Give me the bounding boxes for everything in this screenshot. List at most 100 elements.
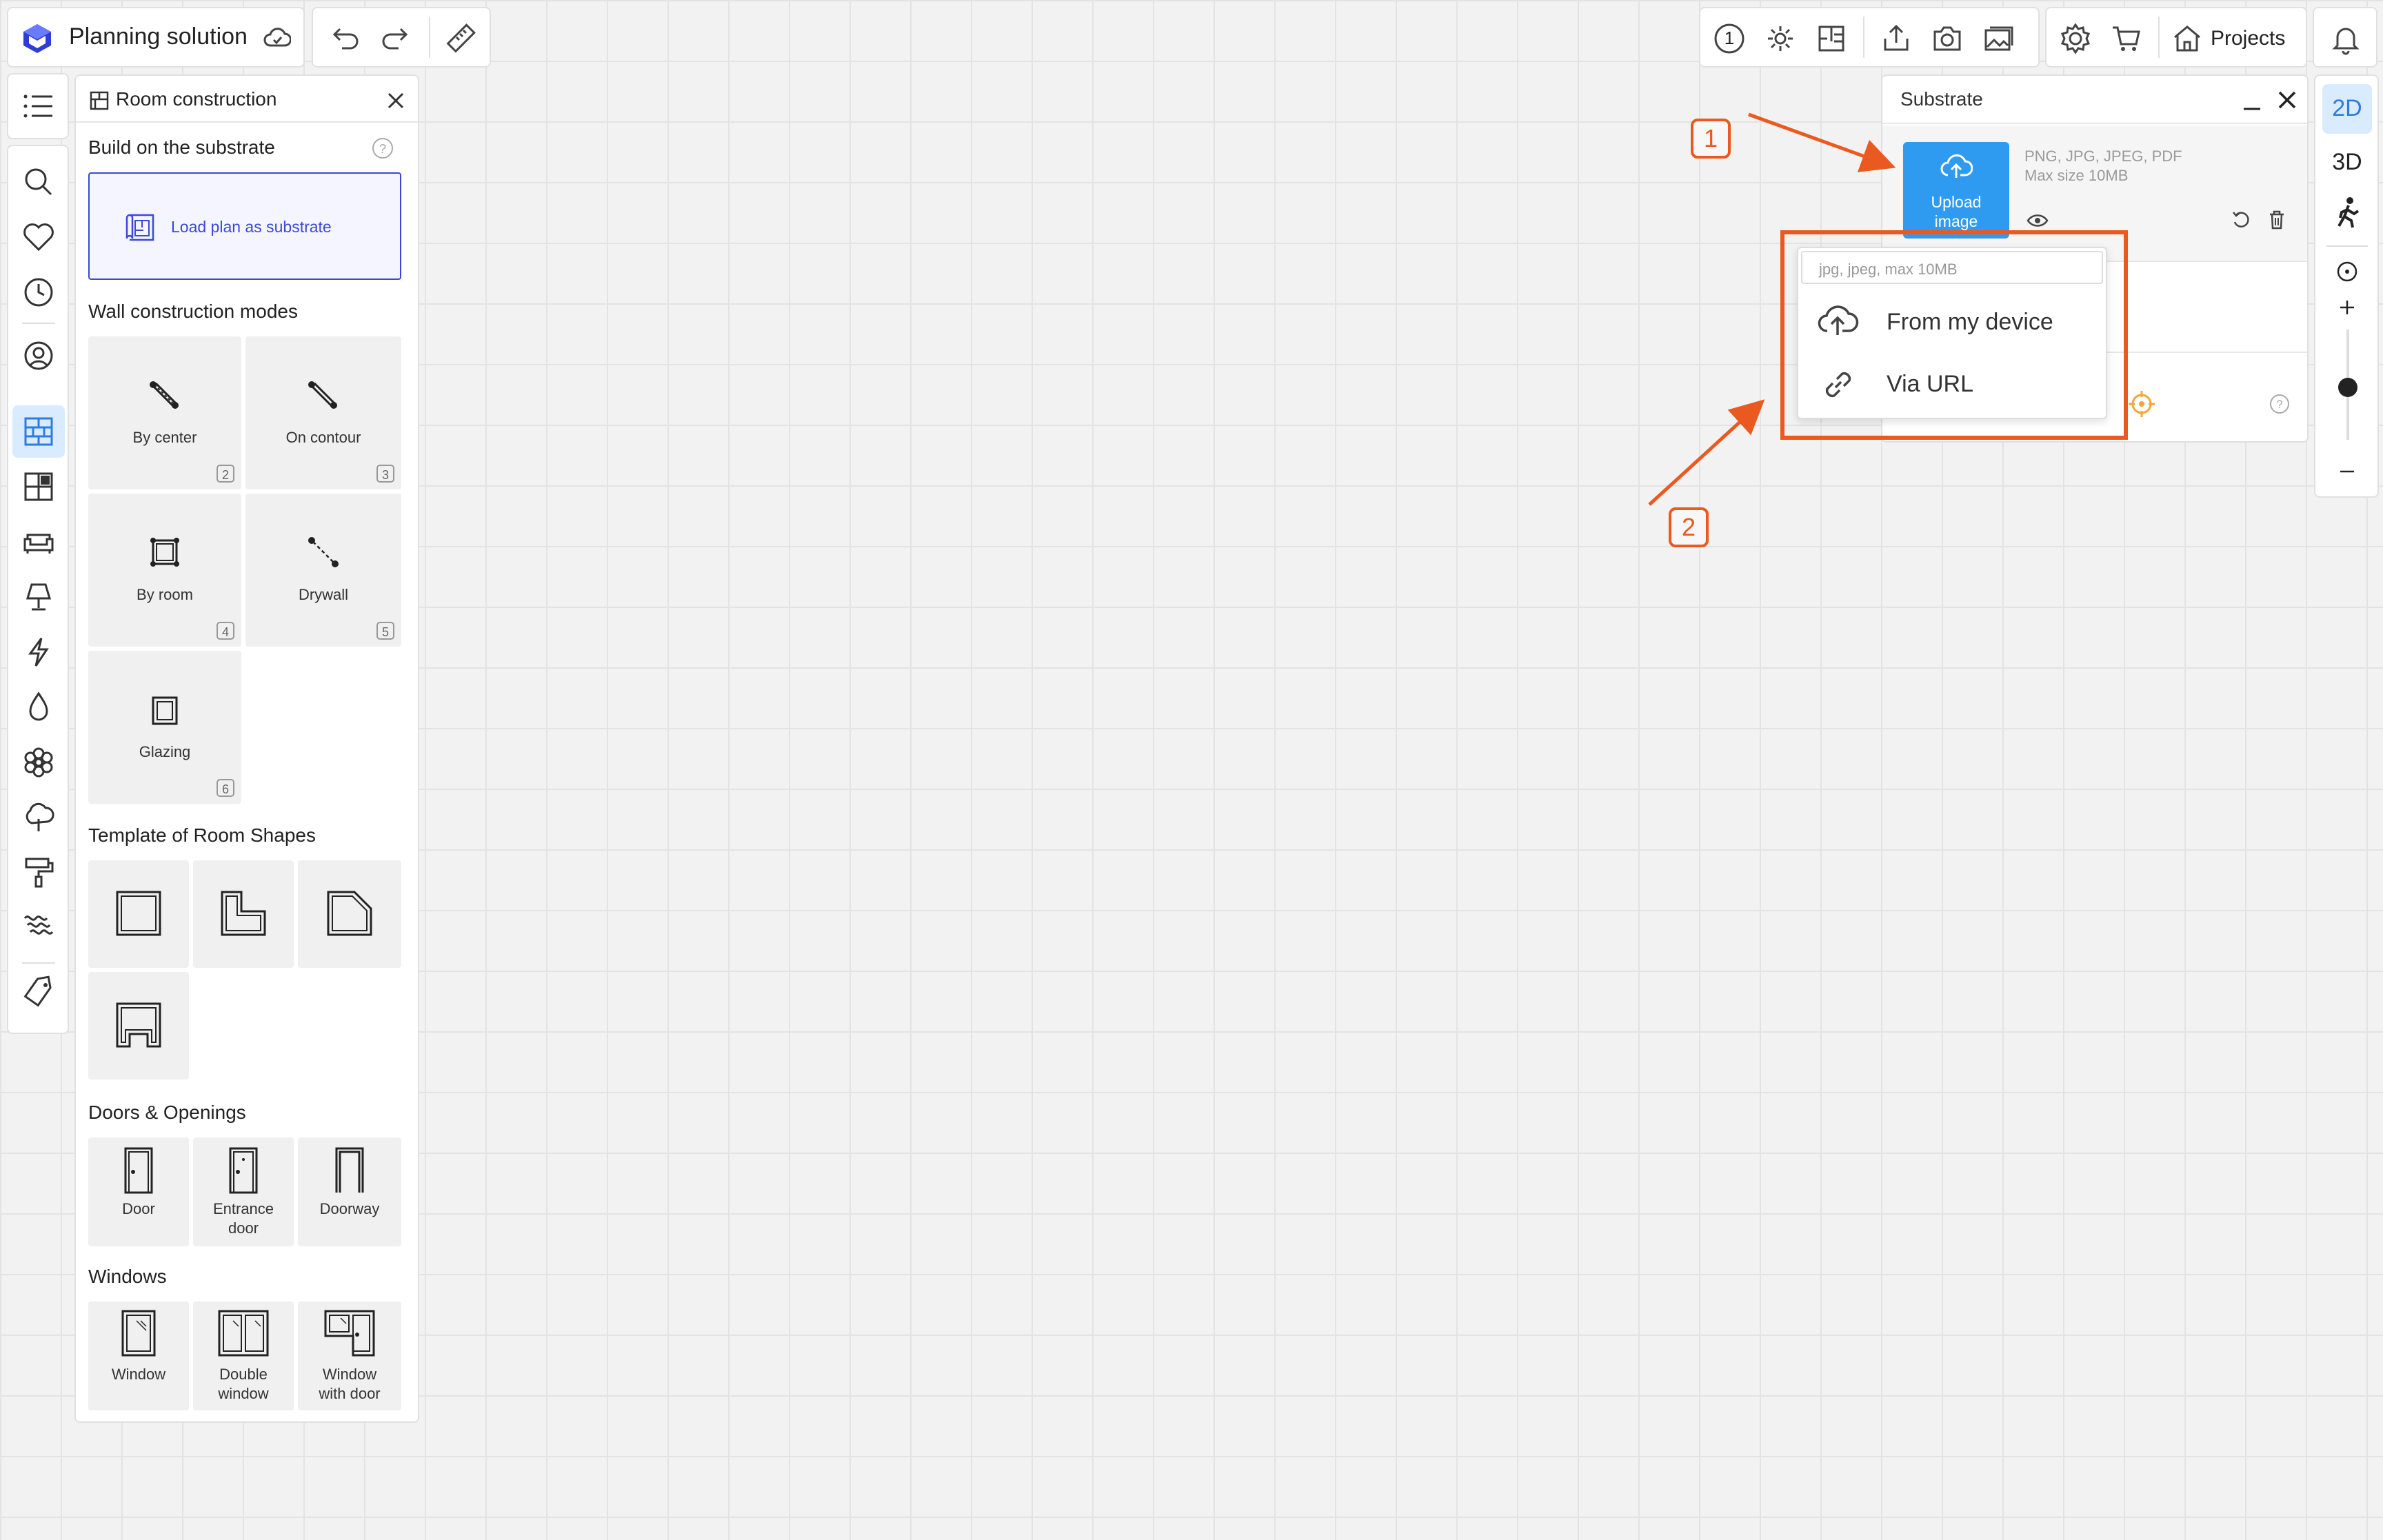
- max-size-text: Max size 10MB: [2024, 167, 2129, 184]
- toolbar-divider: [429, 17, 430, 58]
- window-with-door-label-line2: with door: [319, 1385, 381, 1402]
- walls-icon[interactable]: [19, 412, 58, 451]
- view-3d-label[interactable]: 3D: [2322, 149, 2372, 176]
- mode-drywall[interactable]: Drywall 5: [245, 494, 401, 647]
- projects-label: Projects: [2211, 27, 2286, 50]
- mode-glazing[interactable]: Glazing 6: [88, 651, 241, 804]
- view-2d-label: 2D: [2332, 95, 2362, 121]
- help-icon[interactable]: ?: [2269, 393, 2291, 415]
- mode-by-room[interactable]: By room 4: [88, 494, 241, 647]
- formats-text: PNG, JPG, JPEG, PDF: [2024, 148, 2182, 165]
- floor-plan-scroll-icon: [123, 212, 156, 243]
- furniture-icon[interactable]: [19, 523, 58, 561]
- close-icon[interactable]: [2274, 87, 2300, 113]
- toolbar-divider: [1863, 17, 1864, 58]
- electricity-icon[interactable]: [19, 633, 58, 671]
- l-shape-room-icon: [218, 888, 269, 939]
- svg-text:?: ?: [379, 142, 386, 156]
- price-tag-icon[interactable]: [19, 973, 58, 1012]
- rail-divider: [22, 323, 55, 324]
- doorway-tile[interactable]: Doorway: [298, 1137, 401, 1246]
- window-tile[interactable]: Window: [88, 1301, 189, 1410]
- zoom-in-icon[interactable]: [2335, 295, 2360, 320]
- template-l-shape[interactable]: [193, 860, 294, 968]
- mode-label: Glazing: [139, 743, 191, 760]
- projects-button[interactable]: Projects: [2169, 19, 2285, 58]
- menu-list-icon[interactable]: [19, 87, 58, 125]
- heating-icon[interactable]: [19, 904, 58, 943]
- trash-icon[interactable]: [2266, 208, 2288, 232]
- window-with-door-label: Window: [322, 1366, 377, 1383]
- favorites-icon[interactable]: [19, 218, 58, 256]
- templates-title: Template of Room Shapes: [88, 824, 316, 846]
- drywall-icon: [305, 534, 342, 571]
- floor-plan-icon[interactable]: [1813, 21, 1849, 57]
- doorway-label: Doorway: [319, 1200, 380, 1217]
- substrate-title: Substrate: [1900, 88, 1983, 110]
- gallery-icon[interactable]: [1980, 21, 2016, 57]
- export-icon[interactable]: [1878, 21, 1914, 57]
- mode-by-center[interactable]: By center 2: [88, 336, 241, 489]
- decor-flower-icon[interactable]: [19, 743, 58, 782]
- menu-rail: [7, 73, 69, 139]
- glazing-icon: [146, 691, 183, 728]
- rail-divider: [22, 962, 55, 964]
- view-toolbar: 1: [1699, 7, 2040, 68]
- bell-icon[interactable]: [2328, 21, 2364, 57]
- room-construction-panel: Room construction Build on the substrate…: [74, 74, 419, 1423]
- cart-icon[interactable]: [2109, 21, 2144, 57]
- lamp-icon[interactable]: [19, 578, 58, 616]
- settings-icon[interactable]: [2058, 21, 2093, 57]
- plumbing-drop-icon[interactable]: [19, 688, 58, 727]
- notifications-box: [2313, 7, 2377, 68]
- doorway-icon: [334, 1146, 365, 1195]
- cloud-save-icon[interactable]: [263, 26, 291, 51]
- redo-icon[interactable]: [378, 21, 414, 57]
- upload-image-button[interactable]: Upload image: [1903, 142, 2009, 239]
- profile-icon[interactable]: [19, 336, 58, 375]
- app-logo-icon: [19, 21, 55, 57]
- double-window-tile[interactable]: Double window: [193, 1301, 294, 1410]
- window-with-door-tile[interactable]: Window with door: [298, 1301, 401, 1410]
- zoom-slider-handle[interactable]: [2338, 378, 2357, 397]
- calibrate-target-icon[interactable]: [2126, 389, 2157, 419]
- build-on-substrate-title: Build on the substrate: [88, 136, 275, 158]
- mode-on-contour[interactable]: On contour 3: [245, 336, 401, 489]
- annotation-badge-2: 2: [1669, 507, 1709, 547]
- walk-mode-icon[interactable]: [2332, 196, 2364, 230]
- close-icon[interactable]: [383, 88, 408, 113]
- rooms-icon[interactable]: [19, 467, 58, 506]
- door-icon: [123, 1146, 154, 1195]
- room-construction-icon: [88, 90, 110, 112]
- template-rectangle[interactable]: [88, 860, 189, 968]
- template-cut-corner[interactable]: [298, 860, 401, 968]
- help-icon[interactable]: ?: [371, 136, 394, 160]
- search-icon[interactable]: [19, 163, 58, 201]
- mode-label: By room: [137, 586, 193, 603]
- reset-rotate-icon[interactable]: [2230, 208, 2253, 232]
- visibility-eye-icon[interactable]: [2026, 211, 2049, 230]
- door-tile[interactable]: Door: [88, 1137, 189, 1246]
- garden-tree-icon[interactable]: [19, 798, 58, 837]
- entrance-door-tile[interactable]: Entrance door: [193, 1137, 294, 1246]
- zoom-fit-icon[interactable]: [2335, 259, 2360, 284]
- door-label: Door: [122, 1200, 155, 1217]
- zoom-out-icon[interactable]: [2335, 459, 2360, 484]
- lighting-icon[interactable]: [1762, 21, 1798, 57]
- minimize-icon[interactable]: [2240, 90, 2264, 114]
- entrance-door-label: Entrance: [212, 1200, 274, 1217]
- toolbar-divider: [2158, 17, 2160, 58]
- wall-modes-title: Wall construction modes: [88, 301, 298, 322]
- load-plan-button[interactable]: Load plan as substrate: [88, 172, 401, 280]
- mode-label: By center: [132, 429, 197, 446]
- header-divider: [76, 121, 418, 123]
- cut-corner-room-icon: [324, 888, 375, 939]
- ruler-icon[interactable]: [443, 21, 479, 57]
- undo-icon[interactable]: [327, 21, 363, 57]
- shortcut-badge: 4: [217, 622, 234, 640]
- template-u-shape[interactable]: [88, 972, 189, 1080]
- paint-roller-icon[interactable]: [19, 853, 58, 892]
- camera-icon[interactable]: [1929, 21, 1965, 57]
- history-icon[interactable]: [19, 273, 58, 312]
- load-plan-label: Load plan as substrate: [171, 218, 332, 236]
